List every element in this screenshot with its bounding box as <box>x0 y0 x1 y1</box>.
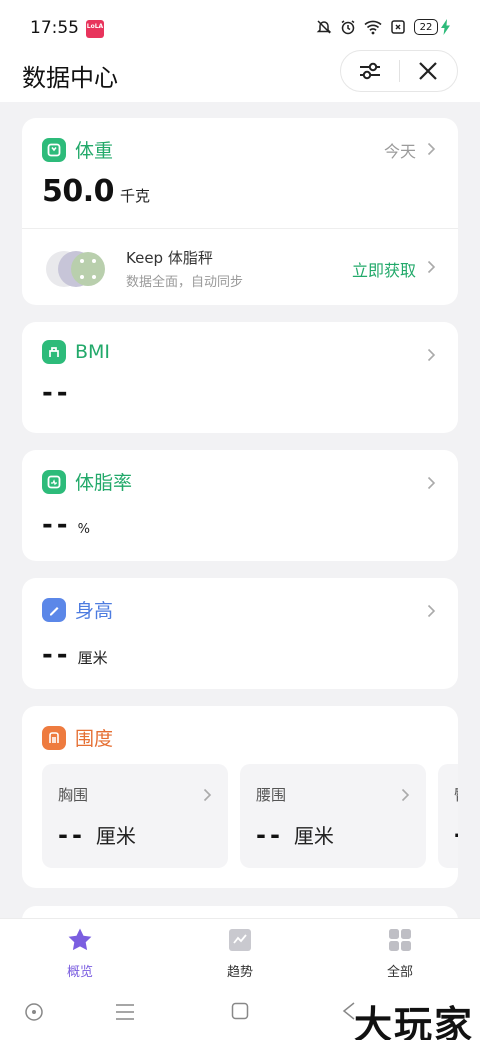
chevron-right-icon <box>427 604 436 618</box>
tab-all[interactable]: 全部 <box>350 927 450 980</box>
weight-unit: 千克 <box>120 187 151 205</box>
bmi-title: BMI <box>75 341 111 363</box>
tab-overview[interactable]: 概览 <box>30 927 130 980</box>
battery-level: 22 <box>414 19 438 35</box>
chevron-right-icon <box>427 348 436 362</box>
promo-subtitle: 数据全面，自动同步 <box>126 275 244 290</box>
promo-product-name: Keep 体脂秤 <box>126 249 213 267</box>
bmi-value-row: -- <box>42 378 72 408</box>
bmi-value: -- <box>42 378 72 408</box>
body-fat-value: -- <box>42 510 72 540</box>
body-fat-unit: % <box>77 522 90 537</box>
tab-trend-label: 趋势 <box>226 965 253 980</box>
height-value: -- <box>42 640 72 670</box>
assistant-icon[interactable] <box>24 1002 44 1022</box>
app-notification-icon: LoLA <box>86 20 104 38</box>
content-scroll[interactable]: 体重 今天 50.0 千克 Keep 体脂秤 数据全面，自动同步 立即获取 BM… <box>0 102 480 918</box>
weight-title: 体重 <box>75 140 114 162</box>
hip-girth-card[interactable]: 臀 -- <box>438 764 458 868</box>
chevron-right-icon <box>427 476 436 490</box>
star-icon <box>68 928 92 951</box>
chevron-right-icon <box>427 260 436 274</box>
tab-trend[interactable]: 趋势 <box>190 927 290 980</box>
get-now-link[interactable]: 立即获取 <box>352 257 416 281</box>
bottom-tab-bar: 概览 趋势 全部 <box>0 918 480 988</box>
watermark: 大玩家 <box>353 1003 474 1040</box>
wifi-icon <box>364 20 382 35</box>
no-sim-icon <box>391 20 405 34</box>
grid-icon <box>389 929 411 951</box>
chevron-right-icon <box>203 788 212 802</box>
height-card-header: 身高 <box>42 596 113 623</box>
height-card[interactable]: 身高 -- 厘米 <box>22 578 458 689</box>
body-fat-icon <box>42 469 66 494</box>
alarm-icon <box>341 20 355 35</box>
girth-card: 围度 胸围 -- 厘米 腰围 -- 厘米 臀 -- <box>22 706 458 888</box>
body-fat-scale-image <box>46 251 105 287</box>
tab-all-label: 全部 <box>386 965 413 980</box>
bmi-icon <box>42 340 66 364</box>
battery-indicator: 22 <box>414 19 450 35</box>
waist-girth-value-row: -- 厘米 <box>256 820 334 849</box>
chevron-right-icon <box>401 788 410 802</box>
chest-girth-value: -- <box>58 821 86 849</box>
bmi-card-header: BMI <box>42 340 110 364</box>
keep-scale-promo[interactable]: Keep 体脂秤 数据全面，自动同步 立即获取 <box>22 228 458 304</box>
weight-card-header: 体重 <box>42 136 113 163</box>
hip-girth-label: 臀 <box>454 784 458 805</box>
chevron-right-icon <box>427 142 436 156</box>
chest-girth-label: 胸围 <box>58 786 89 804</box>
weight-value-row: 50.0 千克 <box>42 174 150 209</box>
close-button[interactable] <box>400 51 458 91</box>
chest-girth-unit: 厘米 <box>95 824 136 848</box>
height-title: 身高 <box>75 600 114 622</box>
height-icon <box>42 597 66 622</box>
hip-girth-value-row: -- <box>454 820 458 848</box>
recent-apps-icon[interactable] <box>115 1003 135 1021</box>
page-title: 数据中心 <box>22 64 118 92</box>
tab-overview-label: 概览 <box>66 965 93 980</box>
hip-girth-value: -- <box>454 820 458 848</box>
waist-girth-value: -- <box>256 821 284 849</box>
girth-title: 围度 <box>75 728 114 750</box>
settings-button[interactable] <box>341 51 399 91</box>
status-bar: 17:55 LoLA 22 <box>0 0 480 56</box>
body-fat-card[interactable]: 体脂率 -- % <box>22 450 458 561</box>
page-header: 数据中心 <box>0 50 480 102</box>
mute-bell-icon <box>316 20 332 34</box>
charging-icon <box>441 19 450 35</box>
home-icon[interactable] <box>231 1002 249 1020</box>
chest-girth-value-row: -- 厘米 <box>58 820 136 849</box>
body-fat-title: 体脂率 <box>75 472 133 494</box>
status-time: 17:55 <box>30 18 79 38</box>
waist-girth-card[interactable]: 腰围 -- 厘米 <box>240 764 426 868</box>
body-fat-card-header: 体脂率 <box>42 468 132 495</box>
header-actions <box>340 50 458 92</box>
weight-icon <box>42 137 66 162</box>
next-card-partial <box>22 906 458 918</box>
chest-girth-card[interactable]: 胸围 -- 厘米 <box>42 764 228 868</box>
weight-date: 今天 <box>383 142 416 161</box>
weight-card[interactable]: 体重 今天 50.0 千克 Keep 体脂秤 数据全面，自动同步 立即获取 <box>22 118 458 305</box>
girth-icon <box>42 725 66 750</box>
body-fat-value-row: -- % <box>42 510 90 540</box>
sliders-icon <box>359 62 380 80</box>
bmi-card[interactable]: BMI -- <box>22 322 458 433</box>
trend-icon <box>229 929 251 951</box>
height-value-row: -- 厘米 <box>42 640 108 670</box>
height-unit: 厘米 <box>77 649 108 667</box>
weight-value: 50.0 <box>42 174 115 209</box>
waist-girth-label: 腰围 <box>256 786 287 804</box>
waist-girth-unit: 厘米 <box>293 824 334 848</box>
status-icons: 22 <box>316 19 450 35</box>
girth-card-header: 围度 <box>42 724 113 751</box>
close-icon <box>419 62 438 80</box>
